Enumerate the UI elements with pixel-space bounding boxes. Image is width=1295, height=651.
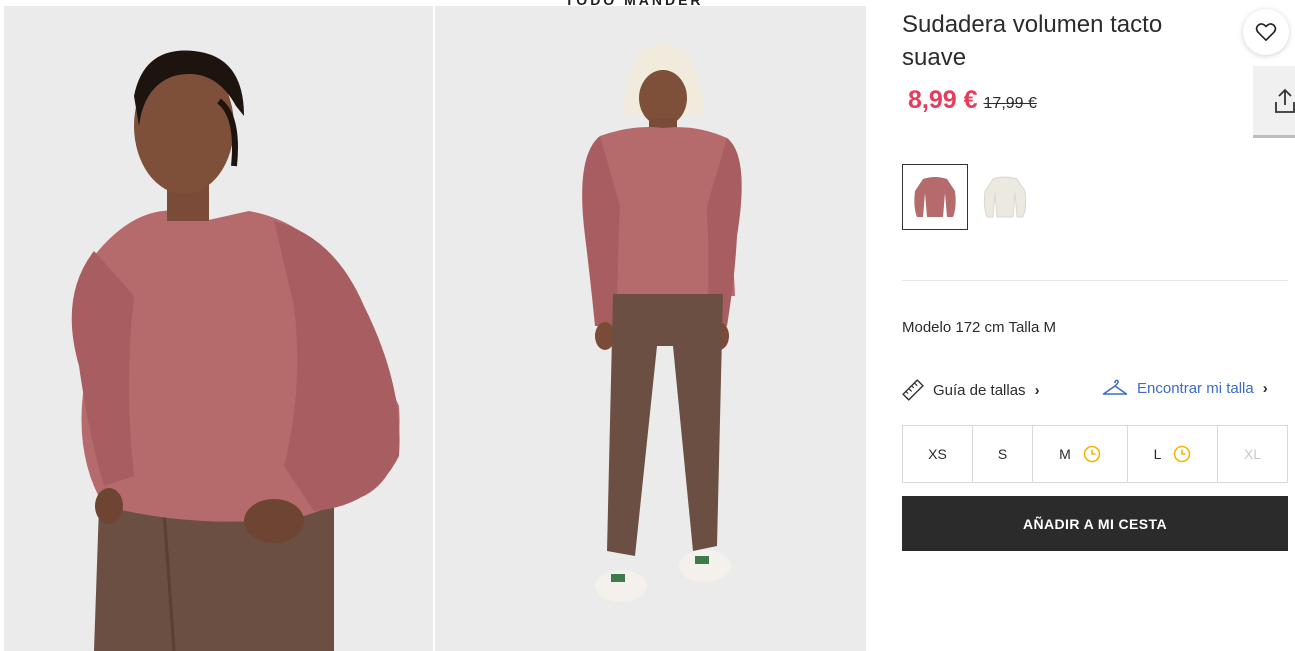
- size-option-xl: XL: [1218, 426, 1287, 482]
- product-info-panel: Sudadera volumen tacto suave 8,99 € 17,9…: [902, 0, 1295, 651]
- size-guide-link[interactable]: Guía de tallas ›: [902, 379, 1040, 401]
- product-photo-closeup[interactable]: [4, 6, 433, 651]
- price-row: 8,99 € 17,99 €: [908, 86, 1037, 115]
- size-label: S: [997, 446, 1008, 462]
- size-option-xs[interactable]: XS: [903, 426, 973, 482]
- sweater-thumbnail-pink: [914, 177, 956, 217]
- model-info: Modelo 172 cm Talla M: [902, 319, 1056, 336]
- size-option-m[interactable]: M: [1033, 426, 1128, 482]
- size-selector: XS S M L XL: [902, 425, 1288, 483]
- chevron-right-icon: ›: [1262, 379, 1268, 397]
- photo-fullbody-illustration: [435, 6, 866, 651]
- product-photo-fullbody[interactable]: [435, 6, 866, 651]
- favorite-button[interactable]: [1243, 9, 1289, 55]
- share-button[interactable]: [1253, 66, 1295, 138]
- size-guide-label: Guía de tallas: [933, 381, 1026, 399]
- original-price: 17,99 €: [983, 95, 1037, 112]
- clock-icon: [1174, 445, 1191, 463]
- size-label: M: [1059, 446, 1071, 462]
- share-icon: [1275, 88, 1295, 113]
- photo-closeup-illustration: [4, 6, 433, 651]
- hanger-icon: [1102, 379, 1128, 395]
- sweater-thumbnail-cream: [983, 176, 1027, 218]
- clock-icon: [1083, 445, 1101, 463]
- color-swatch-cream[interactable]: [972, 164, 1038, 230]
- product-gallery: TODO MANDER: [0, 0, 866, 651]
- color-swatch-pink[interactable]: [902, 164, 968, 230]
- add-to-cart-button[interactable]: AÑADIR A MI CESTA: [902, 496, 1288, 551]
- chevron-right-icon: ›: [1034, 381, 1040, 399]
- find-my-size-link[interactable]: Encontrar mi talla ›: [1102, 379, 1268, 397]
- size-label: XL: [1243, 446, 1262, 462]
- ruler-icon: [902, 379, 924, 401]
- size-option-l[interactable]: L: [1128, 426, 1218, 482]
- sale-price: 8,99 €: [908, 86, 978, 114]
- size-option-s[interactable]: S: [973, 426, 1033, 482]
- product-title: Sudadera volumen tacto suave: [902, 11, 1163, 71]
- heart-icon: [1255, 23, 1277, 41]
- size-label: L: [1153, 446, 1162, 462]
- find-my-size-label: Encontrar mi talla: [1137, 379, 1254, 397]
- section-divider: [902, 280, 1288, 281]
- size-label: XS: [928, 446, 947, 462]
